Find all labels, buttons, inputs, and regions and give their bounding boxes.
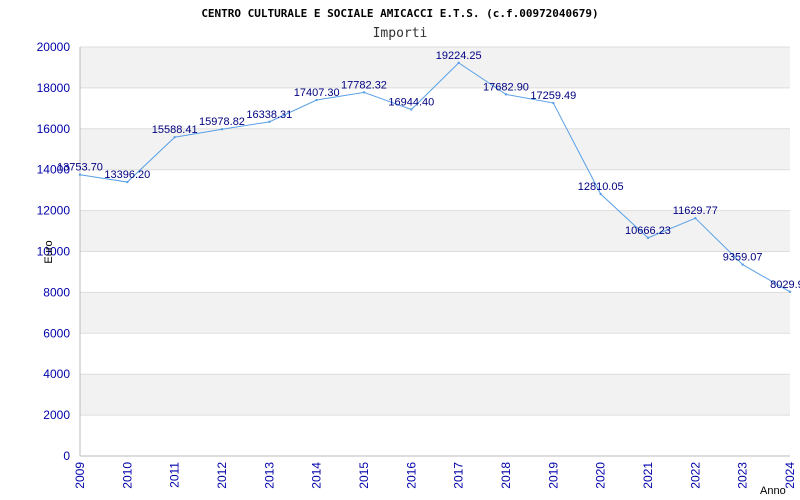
data-label: 15588.41 <box>152 124 198 136</box>
x-tick-label: 2015 <box>357 462 371 489</box>
data-label: 16338.31 <box>246 109 292 121</box>
grid-band <box>80 374 790 416</box>
y-tick-label: 8000 <box>43 285 70 299</box>
data-point <box>410 108 413 111</box>
data-point <box>315 98 318 102</box>
data-label: 15978.82 <box>199 116 245 128</box>
data-label: 17782.32 <box>341 79 387 91</box>
grid-bands <box>80 47 790 416</box>
data-label: 19224.25 <box>436 50 482 62</box>
x-tick-label: 2010 <box>120 462 134 489</box>
data-point <box>741 263 744 266</box>
data-point <box>173 136 176 139</box>
data-point <box>457 61 460 65</box>
line-chart: 0200040006000800010000120001400016000180… <box>37 7 800 497</box>
y-tick-label: 4000 <box>43 367 70 381</box>
data-point <box>694 216 697 220</box>
data-label: 12810.05 <box>578 181 624 193</box>
x-tick-label: 2017 <box>452 462 466 489</box>
data-label: 17407.30 <box>294 87 340 99</box>
data-label: 16944.40 <box>388 96 434 108</box>
data-label: 17259.49 <box>530 90 576 102</box>
y-tick-label: 6000 <box>43 326 70 340</box>
series-line-path <box>79 62 791 293</box>
x-tick-label: 2020 <box>594 462 608 489</box>
x-tick-label: 2011 <box>168 462 182 488</box>
data-point <box>552 101 555 105</box>
chart-subtitle: Importi <box>373 26 428 41</box>
x-tick-label: 2014 <box>310 462 324 489</box>
x-axis-label: Anno <box>760 485 786 497</box>
x-tick-label: 2016 <box>404 462 418 489</box>
data-point <box>788 290 792 293</box>
x-tick-label: 2019 <box>546 462 560 489</box>
data-point <box>362 91 366 94</box>
y-tick-label: 18000 <box>37 81 71 95</box>
data-point <box>220 128 224 131</box>
y-tick-label: 16000 <box>37 122 71 136</box>
chart-title: CENTRO CULTURALE E SOCIALE AMICACCI E.T.… <box>201 7 598 20</box>
data-point <box>78 173 82 176</box>
x-tick-label: 2021 <box>641 462 655 489</box>
data-point <box>126 180 129 184</box>
data-label: 17682.90 <box>483 81 529 93</box>
x-tick-label: 2022 <box>688 462 702 489</box>
x-tick-labels: 2009 2010 2011 2012 2013 2014 2015 2016 2017 2018… <box>73 462 797 489</box>
x-tick-label: 2013 <box>262 462 276 489</box>
y-tick-label: 0 <box>63 449 70 463</box>
x-tick-label: 2009 <box>73 462 87 489</box>
data-point <box>504 93 508 96</box>
x-tick-label: 2018 <box>499 462 513 489</box>
data-point <box>599 192 602 196</box>
data-label: 11629.77 <box>673 205 718 217</box>
data-label: 13753.70 <box>57 162 103 174</box>
data-label: 10666.23 <box>625 225 671 237</box>
y-tick-label: 12000 <box>37 204 71 218</box>
data-point <box>268 120 271 124</box>
grid-band <box>80 292 790 334</box>
x-tick-label: 2012 <box>215 462 229 489</box>
series-line <box>78 61 792 293</box>
y-tick-label: 2000 <box>43 408 70 422</box>
data-label: 13396.20 <box>104 169 150 181</box>
x-tick-label: 2023 <box>736 462 750 489</box>
data-label: 8029.90 <box>770 279 800 291</box>
y-axis-label: Euro <box>43 240 55 263</box>
y-tick-label: 20000 <box>37 40 71 54</box>
data-point <box>646 236 650 240</box>
data-label: 9359.07 <box>723 252 763 264</box>
